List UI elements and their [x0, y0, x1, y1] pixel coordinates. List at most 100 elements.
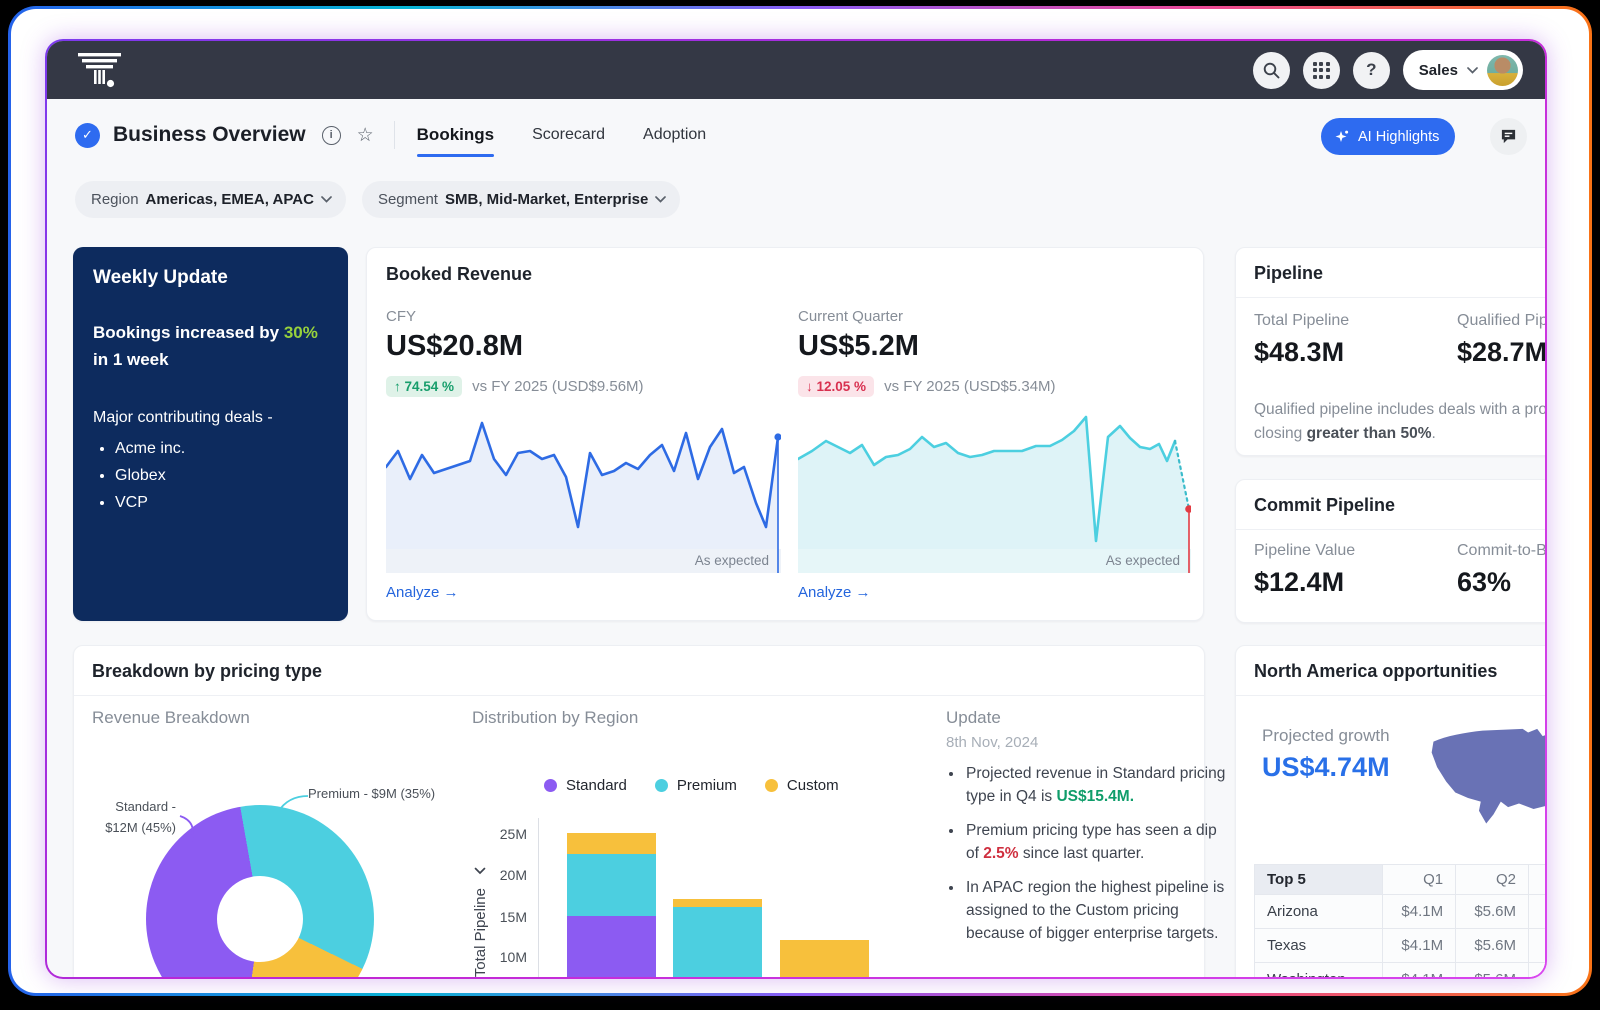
bar-legend: Standard Premium Custom: [544, 777, 839, 794]
pipeline-title: Pipeline: [1254, 263, 1547, 284]
workspace-switcher[interactable]: Sales: [1403, 50, 1523, 90]
table-header-top5: Top 5: [1255, 865, 1383, 895]
delta-badge: ↓ 12.05 %: [798, 376, 874, 397]
distribution-title: Distribution by Region: [472, 708, 638, 728]
booked-revenue-card: Booked Revenue CFY US$20.8M ↑ 74.54 % vs…: [366, 247, 1204, 621]
chevron-down-icon: [1467, 67, 1478, 74]
analyze-link[interactable]: Analyze →: [798, 584, 871, 601]
chart-status-label: As expected: [695, 553, 769, 568]
breakdown-card: Breakdown by pricing type Revenue Breakd…: [73, 645, 1205, 979]
qualified-pipeline-metric: Qualified Pipeline $28.7M: [1457, 312, 1547, 368]
segment-filter-value: SMB, Mid-Market, Enterprise: [445, 191, 648, 208]
breakdown-title: Breakdown by pricing type: [92, 661, 1186, 682]
usa-map[interactable]: [1428, 708, 1547, 848]
comments-button[interactable]: [1490, 118, 1527, 155]
page-title: Business Overview: [113, 123, 306, 147]
update-date: 8th Nov, 2024: [946, 734, 1038, 751]
favorite-star-icon[interactable]: ☆: [357, 126, 374, 145]
sparkle-icon: [1334, 129, 1350, 145]
highlight-value: 2.5%: [983, 845, 1018, 862]
y-tick: 10M: [467, 949, 527, 965]
current-quarter-line-chart[interactable]: As expected: [798, 409, 1191, 573]
kpi-value: US$5.2M: [798, 330, 1191, 363]
delta-badge: ↑ 74.54 %: [386, 376, 462, 397]
gradient-frame: ? Sales ✓ Business Overview i ☆ Bookings…: [8, 6, 1592, 996]
chevron-down-icon: [321, 196, 332, 203]
delta-comparison: vs FY 2025 (USD$5.34M): [884, 378, 1055, 395]
analyze-link[interactable]: Analyze →: [386, 584, 459, 601]
donut-connector: [178, 814, 200, 844]
table-header-q1: Q1: [1383, 865, 1456, 895]
segment-filter[interactable]: Segment SMB, Mid-Market, Enterprise: [362, 181, 680, 218]
filter-bar: Region Americas, EMEA, APAC Segment SMB,…: [75, 181, 680, 218]
deal-item: VCP: [115, 489, 328, 516]
user-avatar[interactable]: [1487, 55, 1518, 86]
app-window: ? Sales ✓ Business Overview i ☆ Bookings…: [45, 39, 1547, 979]
legend-dot: [655, 779, 668, 792]
commit-pipeline-card: Commit Pipeline Pipeline Value $12.4M Co…: [1235, 479, 1547, 623]
projected-growth-label: Projected growth: [1262, 726, 1390, 746]
apps-grid-icon[interactable]: [1303, 52, 1340, 89]
deal-list: Acme inc. Globex VCP: [93, 435, 328, 516]
revenue-breakdown-title: Revenue Breakdown: [92, 708, 250, 728]
weekly-update-title: Weekly Update: [93, 267, 328, 289]
kpi-label: Current Quarter: [798, 308, 1191, 325]
deal-item: Globex: [115, 462, 328, 489]
search-icon[interactable]: [1253, 52, 1290, 89]
commit-to-book-metric: Commit-to-Book 63%: [1457, 542, 1547, 598]
ai-highlights-label: AI Highlights: [1358, 129, 1439, 145]
north-america-card: North America opportunities Projected gr…: [1235, 645, 1547, 979]
north-america-title: North America opportunities: [1254, 661, 1547, 682]
deals-label: Major contributing deals -: [93, 405, 328, 431]
topbar: ? Sales: [47, 41, 1545, 99]
pillar-logo-icon: [77, 50, 123, 90]
update-bullet-list: Projected revenue in Standard pricing ty…: [964, 762, 1226, 956]
delta-comparison: vs FY 2025 (USD$9.56M): [472, 378, 643, 395]
table-row: Arizona $4.1M $5.6M $5.6M: [1255, 895, 1548, 929]
cfy-panel: CFY US$20.8M ↑ 74.54 % vs FY 2025 (USD$9…: [386, 308, 781, 602]
y-tick: 20M: [467, 867, 527, 883]
tab-bar: Bookings Scorecard Adoption: [417, 115, 707, 155]
kpi-value: US$20.8M: [386, 330, 781, 363]
deal-item: Acme inc.: [115, 435, 328, 462]
update-bullet: In APAC region the highest pipeline is a…: [964, 876, 1226, 945]
info-icon[interactable]: i: [322, 126, 341, 145]
donut-label-premium: Premium - $9M (35%): [308, 786, 435, 801]
projected-growth-value: US$4.74M: [1262, 752, 1390, 783]
region-filter[interactable]: Region Americas, EMEA, APAC: [75, 181, 346, 218]
tab-bookings[interactable]: Bookings: [417, 115, 494, 155]
headline-highlight: 30%: [284, 323, 318, 342]
pipeline-card: Pipeline Total Pipeline $48.3M Qualified…: [1235, 247, 1547, 456]
update-bullet: Projected revenue in Standard pricing ty…: [964, 762, 1226, 808]
legend-dot: [544, 779, 557, 792]
total-pipeline-metric: Total Pipeline $48.3M: [1254, 312, 1349, 368]
segment-filter-label: Segment: [378, 191, 438, 208]
y-tick: 15M: [467, 909, 527, 925]
current-quarter-panel: Current Quarter US$5.2M ↓ 12.05 % vs FY …: [798, 308, 1191, 602]
ai-highlights-button[interactable]: AI Highlights: [1321, 118, 1455, 155]
page-header: ✓ Business Overview i ☆ Bookings Scoreca…: [75, 113, 706, 157]
topbar-actions: ? Sales: [1253, 50, 1523, 90]
region-bar-2[interactable]: [673, 899, 762, 979]
y-axis-line: [538, 818, 539, 979]
legend-custom: Custom: [765, 777, 839, 794]
region-filter-value: Americas, EMEA, APAC: [146, 191, 314, 208]
workspace-name: Sales: [1419, 62, 1458, 79]
kpi-label: CFY: [386, 308, 781, 325]
region-bar-3[interactable]: [780, 940, 869, 979]
chevron-down-icon: [655, 196, 666, 203]
cfy-line-chart[interactable]: As expected: [386, 409, 781, 573]
region-bar-1[interactable]: [567, 833, 656, 979]
tab-scorecard[interactable]: Scorecard: [532, 116, 605, 154]
tab-adoption[interactable]: Adoption: [643, 116, 706, 154]
update-title: Update: [946, 708, 1001, 728]
pipeline-note: Qualified pipeline includes deals with a…: [1254, 398, 1547, 446]
help-icon[interactable]: ?: [1353, 52, 1390, 89]
donut-label-standard: Standard - $12M (45%): [78, 796, 176, 838]
update-bullet: Premium pricing type has seen a dip of 2…: [964, 819, 1226, 865]
table-header-q3: Q3: [1529, 865, 1547, 895]
legend-premium: Premium: [655, 777, 737, 794]
weekly-headline: Bookings increased by 30% in 1 week: [93, 319, 323, 373]
highlight-value: US$15.4M.: [1056, 788, 1134, 805]
weekly-update-card: Weekly Update Bookings increased by 30% …: [73, 247, 348, 621]
